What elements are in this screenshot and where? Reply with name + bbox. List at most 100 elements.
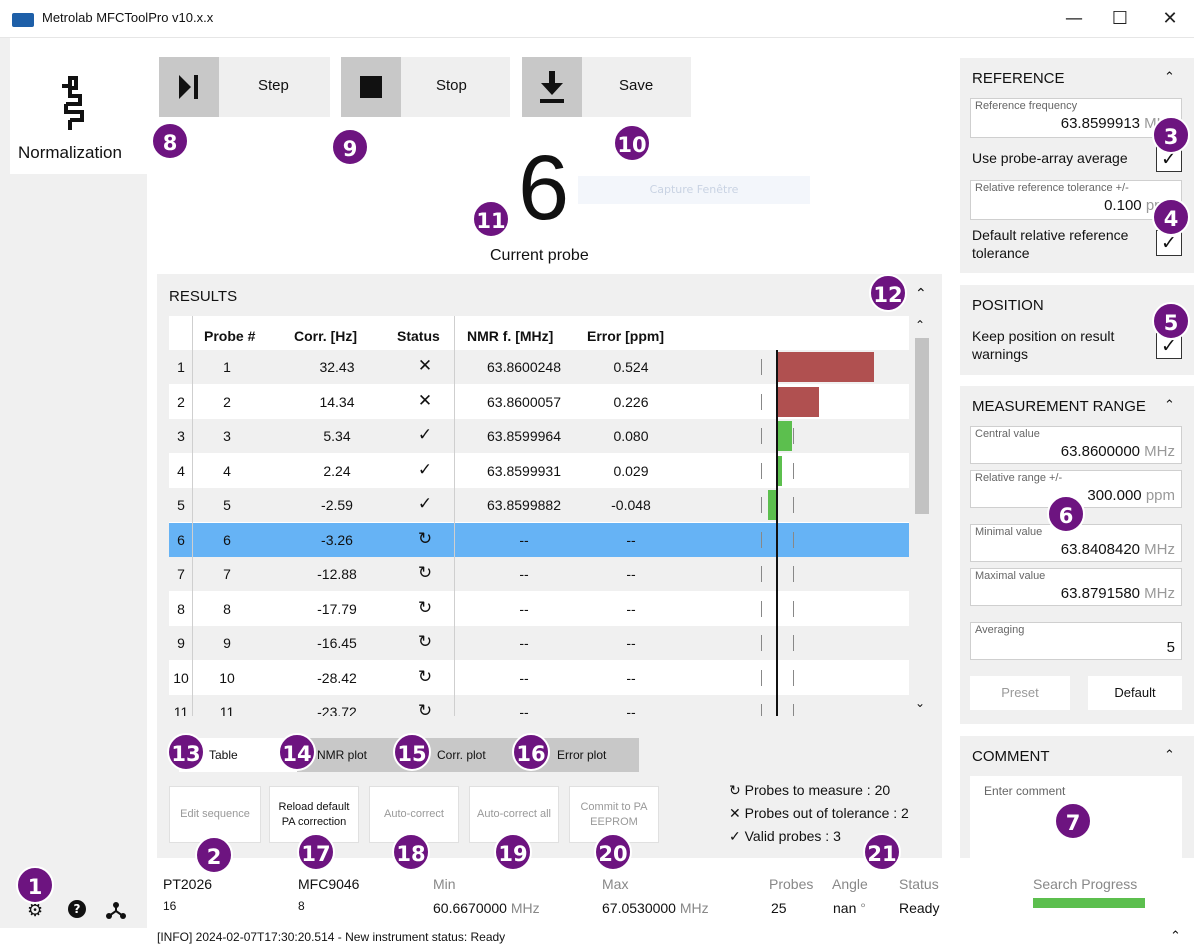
results-table: Probe # Corr. [Hz] Status NMR f. [MHz] E… bbox=[169, 316, 909, 716]
collapse-results-icon[interactable]: ⌃ bbox=[915, 286, 927, 302]
table-row[interactable]: 11 11 -23.72 ↻ -- -- bbox=[169, 695, 909, 716]
measurement-range-title: MEASUREMENT RANGE bbox=[972, 398, 1146, 415]
table-cell: -- bbox=[626, 635, 636, 651]
error-bar bbox=[777, 421, 792, 451]
field-label: Central value bbox=[975, 428, 1040, 440]
relative-reference-tolerance-field[interactable]: Relative reference tolerance +/- 0.100 p… bbox=[970, 180, 1182, 220]
unit: MHz bbox=[1144, 541, 1175, 558]
column-header[interactable]: Corr. [Hz] bbox=[294, 328, 357, 344]
tab-nmr-plot[interactable]: NMR plot bbox=[317, 738, 367, 772]
scroll-up-icon[interactable]: ⌃ bbox=[915, 318, 925, 332]
table-cell: -3.26 bbox=[321, 531, 353, 548]
table-row[interactable]: 1 1 32.43 ✕ 63.8600248 0.524 bbox=[169, 350, 909, 384]
edit-sequence-button[interactable]: Edit sequence bbox=[169, 786, 261, 843]
search-progress-bar bbox=[1033, 898, 1145, 908]
column-header[interactable]: Probe # bbox=[204, 328, 255, 344]
table-row[interactable]: 2 2 14.34 ✕ 63.8600057 0.226 bbox=[169, 385, 909, 419]
mfc-model: MFC9046 bbox=[298, 876, 360, 892]
expand-log-icon[interactable]: ⌃ bbox=[1170, 928, 1181, 944]
field-label: Reference frequency bbox=[975, 100, 1078, 112]
table-cell: 3 bbox=[223, 428, 231, 444]
callout-badge: 12 bbox=[869, 274, 907, 312]
value: 67.0530000 bbox=[602, 900, 676, 916]
unit: MHz bbox=[510, 900, 540, 916]
tab-corr-plot[interactable]: Corr. plot bbox=[437, 738, 486, 772]
results-scrollbar[interactable]: ⌃ ⌄ bbox=[911, 316, 929, 716]
column-header[interactable]: Error [ppm] bbox=[587, 328, 664, 344]
error-bar bbox=[777, 352, 874, 382]
scroll-down-icon[interactable]: ⌄ bbox=[915, 696, 925, 710]
tab-error-plot[interactable]: Error plot bbox=[557, 738, 606, 772]
reference-frequency-field[interactable]: Reference frequency 63.8599913 MHz bbox=[970, 98, 1182, 138]
row-index: 4 bbox=[177, 462, 185, 479]
row-index: 10 bbox=[173, 669, 189, 686]
unit: MHz bbox=[679, 900, 709, 916]
instrument-status-bar: PT2026 16 MFC9046 8 Min 60.6670000 MHz M… bbox=[147, 858, 947, 928]
stat-text: Probes to measure : 20 bbox=[744, 782, 891, 798]
help-icon[interactable]: ? bbox=[68, 900, 86, 918]
table-cell: 63.8599931 bbox=[487, 462, 561, 479]
table-row[interactable]: 5 5 -2.59 ✓ 63.8599882 -0.048 bbox=[169, 488, 909, 522]
default-button[interactable]: Default bbox=[1088, 676, 1182, 710]
minimize-button[interactable]: — bbox=[1054, 6, 1094, 32]
central-value-field[interactable]: Central value 63.8600000 MHz bbox=[970, 426, 1182, 464]
unit: MHz bbox=[1144, 443, 1175, 460]
results-title: RESULTS bbox=[169, 288, 238, 305]
callout-badge: 13 bbox=[167, 733, 205, 771]
log-line: [INFO] 2024-02-07T17:30:20.514 - New ins… bbox=[147, 928, 1194, 944]
table-cell: -- bbox=[626, 531, 636, 548]
callout-badge: 1 bbox=[16, 866, 54, 904]
table-row[interactable]: 8 8 -17.79 ↻ -- -- bbox=[169, 592, 909, 626]
callout-badge: 20 bbox=[594, 833, 632, 871]
scrollbar-thumb[interactable] bbox=[915, 338, 929, 514]
comment-title: COMMENT bbox=[972, 748, 1050, 765]
table-row[interactable]: 7 7 -12.88 ↻ -- -- bbox=[169, 557, 909, 591]
default-relative-tolerance-label: Default relative reference tolerance bbox=[972, 227, 1129, 262]
callout-badge: 7 bbox=[1054, 802, 1092, 840]
nav-label: Normalization bbox=[18, 143, 122, 162]
maximize-button[interactable]: ☐ bbox=[1100, 6, 1140, 32]
column-header[interactable]: Status bbox=[397, 328, 440, 344]
table-cell: -- bbox=[519, 531, 529, 548]
save-button[interactable]: Save bbox=[522, 57, 691, 117]
callout-badge: 21 bbox=[863, 833, 901, 871]
table-cell: 63.8599882 bbox=[487, 497, 561, 513]
preset-button[interactable]: Preset bbox=[970, 676, 1070, 710]
current-probe-number: 6 bbox=[518, 137, 570, 239]
column-header[interactable]: NMR f. [MHz] bbox=[467, 328, 553, 344]
row-index: 9 bbox=[177, 635, 185, 651]
reference-title: REFERENCE bbox=[972, 70, 1065, 87]
normalization-icon bbox=[62, 76, 84, 130]
table-row[interactable]: 9 9 -16.45 ↻ -- -- bbox=[169, 626, 909, 660]
status-icon: ↻ bbox=[417, 632, 433, 651]
table-row[interactable]: 3 3 5.34 ✓ 63.8599964 0.080 bbox=[169, 419, 909, 453]
collapse-comment-icon[interactable]: ⌃ bbox=[1164, 748, 1175, 763]
tolerance-tick bbox=[793, 669, 794, 686]
probes-label: Probes bbox=[769, 876, 814, 892]
stop-button[interactable]: Stop bbox=[341, 57, 510, 117]
maximal-value-field[interactable]: Maximal value 63.8791580 MHz bbox=[970, 568, 1182, 606]
nav-tab-normalization[interactable]: Normalization bbox=[10, 38, 147, 174]
angle-value: nan ° bbox=[833, 900, 866, 916]
stat-text: Valid probes : 3 bbox=[744, 828, 841, 844]
download-icon bbox=[522, 57, 582, 117]
table-cell: 2.24 bbox=[323, 462, 351, 479]
status-icon: ✕ bbox=[417, 356, 433, 375]
collapse-range-icon[interactable]: ⌃ bbox=[1164, 398, 1175, 413]
table-cell: -28.42 bbox=[317, 669, 357, 686]
tolerance-tick bbox=[761, 635, 762, 651]
field-value: 300.000 ppm bbox=[1087, 487, 1175, 504]
table-row[interactable]: 6 6 -3.26 ↻ -- -- bbox=[169, 522, 909, 557]
callout-badge: 4 bbox=[1152, 198, 1190, 236]
collapse-reference-icon[interactable]: ⌃ bbox=[1164, 70, 1175, 85]
column-divider bbox=[454, 316, 455, 716]
network-icon[interactable] bbox=[105, 900, 127, 920]
current-probe-label: Current probe bbox=[490, 247, 589, 264]
averaging-field[interactable]: Averaging 5 bbox=[970, 622, 1182, 660]
value: 300.000 bbox=[1087, 487, 1142, 504]
table-row[interactable]: 10 10 -28.42 ↻ -- -- bbox=[169, 661, 909, 695]
table-row[interactable]: 4 4 2.24 ✓ 63.8599931 0.029 bbox=[169, 454, 909, 488]
step-button[interactable]: Step bbox=[159, 57, 330, 117]
unit: ppm bbox=[1145, 487, 1175, 504]
close-button[interactable]: ✕ bbox=[1150, 6, 1190, 32]
